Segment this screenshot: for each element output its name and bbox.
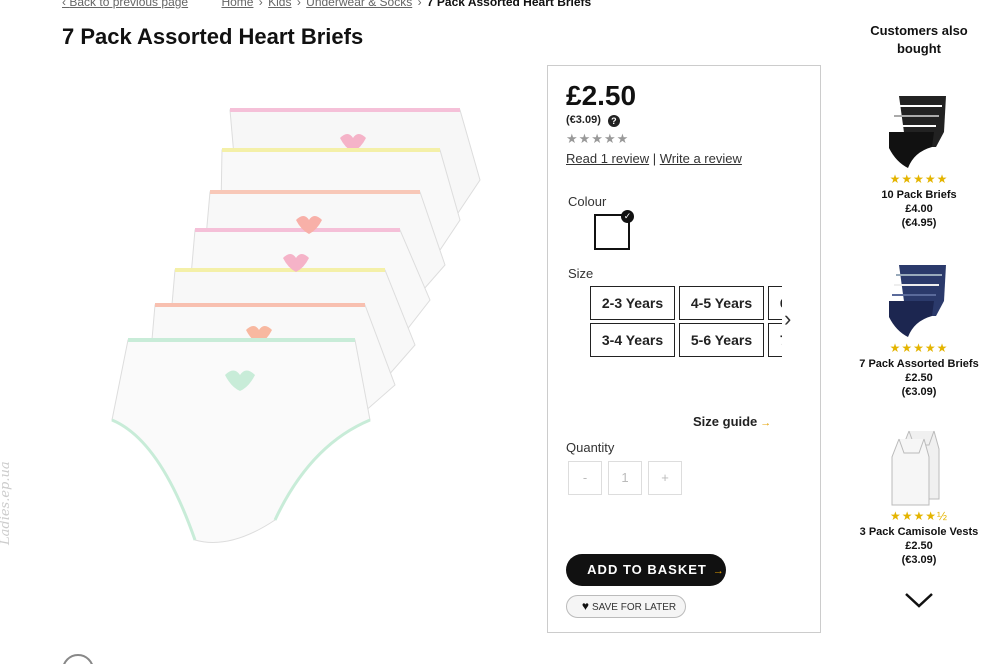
- rec-price: £2.50: [905, 540, 933, 552]
- breadcrumb-underwear[interactable]: Underwear & Socks: [306, 0, 412, 9]
- price-eur: (€3.09) ?: [566, 114, 620, 127]
- quantity-minus-button[interactable]: -: [568, 461, 602, 495]
- rec-price-eur: (€4.95): [901, 217, 937, 229]
- breadcrumb-separator: ›: [296, 0, 301, 9]
- rec-name: 3 Pack Camisole Vests: [859, 526, 979, 538]
- heart-icon: ♥: [581, 599, 590, 613]
- size-option[interactable]: 7-8 Years: [768, 323, 782, 357]
- page-title: 7 Pack Assorted Heart Briefs: [62, 24, 364, 49]
- size-option[interactable]: 3-4 Years: [590, 323, 675, 357]
- back-link[interactable]: ‹ Back to previous page: [62, 0, 188, 9]
- review-separator: |: [652, 151, 657, 166]
- rating-stars: ★★★★★: [889, 172, 949, 186]
- recommendation-item[interactable]: ★★★★★ 7 Pack Assorted Briefs £2.50 (€3.0…: [850, 261, 988, 399]
- rec-price: £4.00: [905, 203, 933, 215]
- add-to-basket-label: ADD TO BASKET: [587, 562, 707, 577]
- size-option[interactable]: 2-3 Years: [590, 286, 675, 320]
- price: £2.50: [566, 80, 637, 111]
- rating-stars: ★★★★½: [889, 509, 949, 523]
- breadcrumb-home[interactable]: Home: [221, 0, 253, 9]
- save-for-later-label: SAVE FOR LATER: [592, 602, 677, 613]
- rec-price-eur: (€3.09): [901, 554, 937, 566]
- rating-stars: ★★★★★: [566, 131, 630, 146]
- product-info-panel: £2.50 (€3.09) ? ★★★★★ Read 1 review | Wr…: [547, 65, 821, 633]
- product-thumbnail[interactable]: [884, 429, 954, 507]
- also-bought-title: Customers also bought: [870, 23, 968, 56]
- chevron-down-icon[interactable]: [903, 588, 935, 612]
- size-guide-label: Size guide: [693, 414, 758, 429]
- size-option[interactable]: 4-5 Years: [679, 286, 764, 320]
- rec-price-eur: (€3.09): [901, 386, 937, 398]
- recommendation-item[interactable]: ★★★★★ 10 Pack Briefs £4.00 (€4.95): [850, 92, 988, 230]
- arrow-right-icon: →: [760, 417, 772, 429]
- quantity-input[interactable]: 1: [608, 461, 642, 495]
- size-guide-link[interactable]: Size guide →: [693, 414, 771, 429]
- product-thumbnail[interactable]: [884, 261, 954, 339]
- colour-label: Colour: [568, 194, 607, 209]
- add-to-basket-button[interactable]: ADD TO BASKET →: [566, 554, 726, 586]
- save-for-later-button[interactable]: ♥ SAVE FOR LATER: [566, 595, 686, 618]
- read-review-link[interactable]: Read 1 review: [566, 151, 649, 166]
- breadcrumb-kids[interactable]: Kids: [268, 0, 291, 9]
- brief-pack: [111, 108, 481, 543]
- reviews-links: Read 1 review | Write a review: [566, 151, 742, 166]
- watermark: Ladies.ep.ua: [0, 461, 13, 545]
- recommendation-item[interactable]: ★★★★½ 3 Pack Camisole Vests £2.50 (€3.09…: [850, 429, 988, 567]
- chevron-right-icon[interactable]: ›: [784, 302, 802, 336]
- rec-price: £2.50: [905, 372, 933, 384]
- product-image[interactable]: [100, 100, 490, 555]
- rec-name: 7 Pack Assorted Briefs: [859, 358, 979, 370]
- product-thumbnail[interactable]: [884, 92, 954, 170]
- breadcrumb-separator: ›: [258, 0, 263, 9]
- size-label: Size: [568, 266, 594, 281]
- help-icon[interactable]: ?: [607, 115, 620, 127]
- size-option[interactable]: 5-6 Years: [679, 323, 764, 357]
- write-review-link[interactable]: Write a review: [660, 151, 742, 166]
- arrow-right-icon: →: [712, 565, 725, 577]
- quantity-plus-button[interactable]: +: [648, 461, 682, 495]
- rec-name: 10 Pack Briefs: [881, 189, 957, 201]
- colour-swatch[interactable]: ✓: [594, 210, 634, 250]
- size-option[interactable]: 6-7 Years: [768, 286, 782, 320]
- size-selector: 2-3 Years 4-5 Years 6-7 Years 3-4 Years …: [590, 286, 782, 360]
- breadcrumb-current: 7 Pack Assorted Heart Briefs: [426, 0, 592, 9]
- zoom-icon[interactable]: [62, 654, 94, 664]
- quantity-label: Quantity: [566, 440, 615, 455]
- price-eur-value: (€3.09): [566, 114, 601, 126]
- rating-stars: ★★★★★: [889, 341, 949, 355]
- breadcrumb-separator: ›: [417, 0, 422, 9]
- check-icon: ✓: [621, 210, 634, 223]
- breadcrumb: ‹ Back to previous page Home › Kids › Un…: [62, 0, 591, 9]
